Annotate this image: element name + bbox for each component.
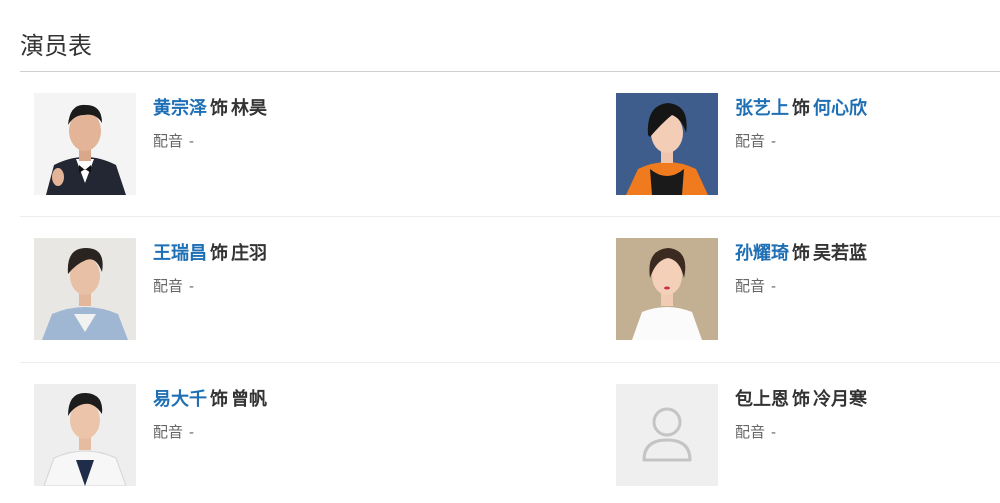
actor-photo[interactable] [34, 238, 136, 340]
cast-card: 易大千饰曾帆 配音 - [34, 384, 414, 486]
actor-name-link[interactable]: 王瑞昌 [153, 243, 207, 263]
voice-value: - [771, 133, 777, 150]
character-name-link[interactable]: 何心欣 [813, 98, 867, 118]
character-name: 庄羽 [231, 243, 267, 263]
actor-name-link[interactable]: 黄宗泽 [153, 98, 207, 118]
character-name: 冷月寒 [813, 389, 867, 409]
voice-label: 配音 [153, 278, 184, 295]
voice-value: - [189, 424, 195, 441]
character-name: 吴若蓝 [813, 243, 867, 263]
section-title: 演员表 [20, 33, 92, 60]
role-word: 饰 [210, 98, 228, 118]
cast-card: 黄宗泽饰林昊 配音 - [34, 93, 414, 195]
voice-value: - [189, 278, 195, 295]
role-word: 饰 [210, 243, 228, 263]
cast-card: 包上恩饰冷月寒 配音 - [616, 384, 996, 486]
actor-photo[interactable] [34, 384, 136, 486]
voice-label: 配音 [735, 133, 766, 150]
actor-photo[interactable] [34, 93, 136, 195]
cast-card: 孙耀琦饰吴若蓝 配音 - [616, 238, 996, 340]
title-divider [20, 71, 1000, 72]
role-word: 饰 [792, 243, 810, 263]
row-divider [20, 362, 1000, 363]
role-word: 饰 [792, 389, 810, 409]
placeholder-person-icon [616, 384, 718, 486]
voice-label: 配音 [153, 424, 184, 441]
actress-photo[interactable] [616, 238, 718, 340]
voice-label: 配音 [153, 133, 184, 150]
cast-card: 王瑞昌饰庄羽 配音 - [34, 238, 414, 340]
voice-value: - [771, 424, 777, 441]
actress-photo[interactable] [616, 93, 718, 195]
actor-name-link[interactable]: 张艺上 [735, 98, 789, 118]
role-word: 饰 [792, 98, 810, 118]
actor-name-link[interactable]: 孙耀琦 [735, 243, 789, 263]
voice-value: - [771, 278, 777, 295]
voice-label: 配音 [735, 278, 766, 295]
actor-name-link[interactable]: 易大千 [153, 389, 207, 409]
role-word: 饰 [210, 389, 228, 409]
voice-value: - [189, 133, 195, 150]
character-name: 林昊 [231, 98, 267, 118]
character-name: 曾帆 [231, 389, 267, 409]
actor-name: 包上恩 [735, 389, 789, 409]
row-divider [20, 216, 1000, 217]
cast-card: 张艺上饰何心欣 配音 - [616, 93, 996, 195]
voice-label: 配音 [735, 424, 766, 441]
